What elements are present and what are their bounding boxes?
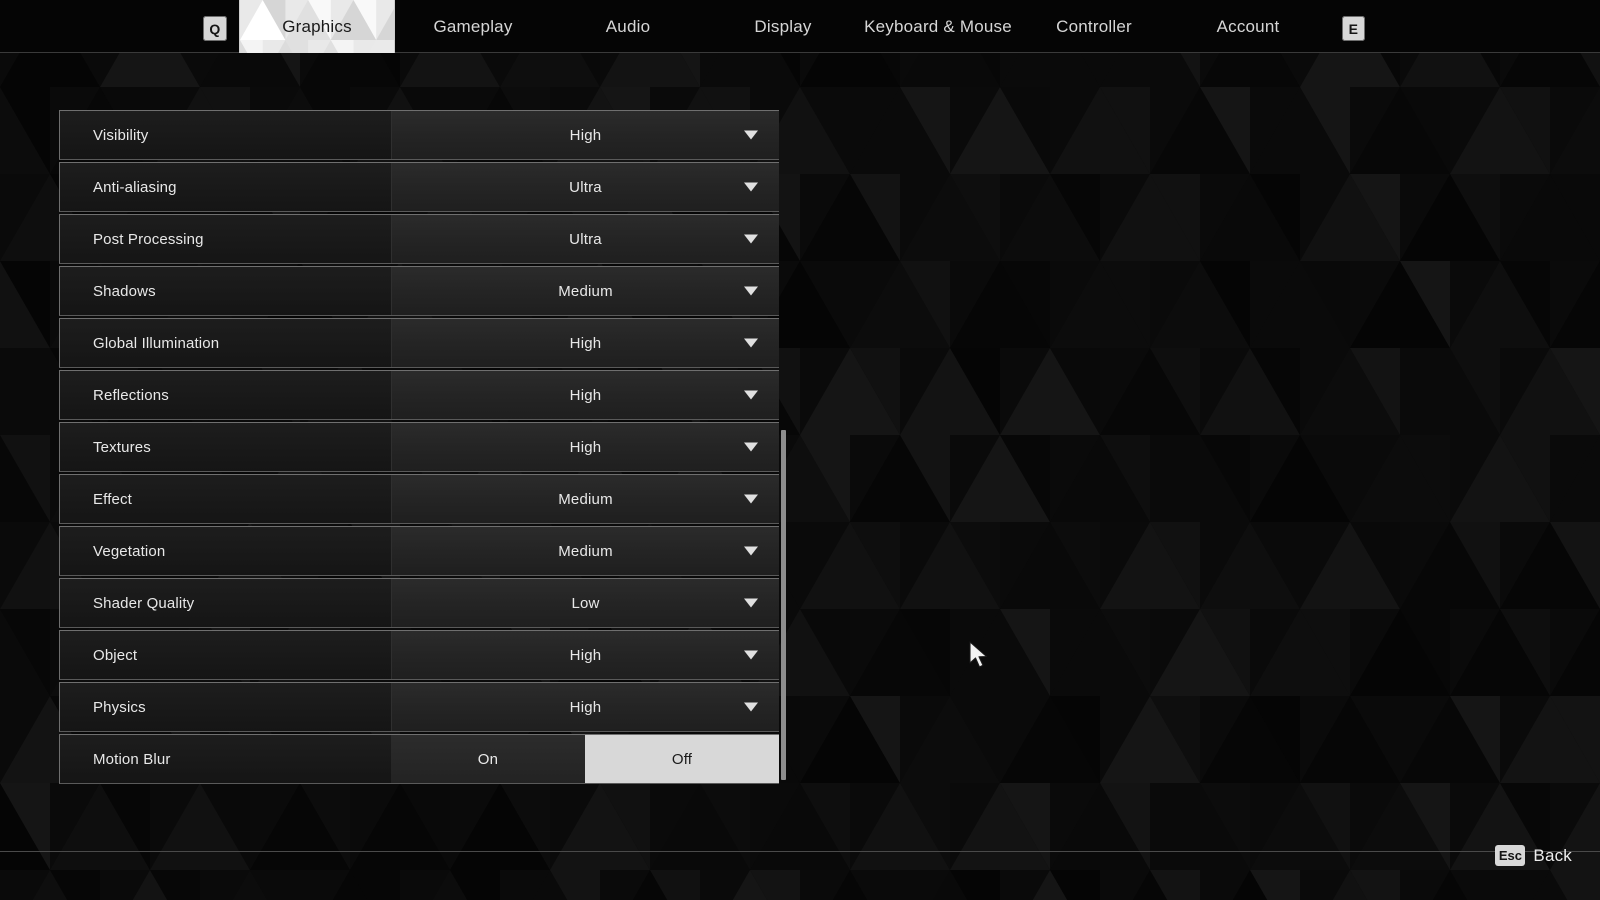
setting-label-vegetation: Vegetation [60,527,391,575]
dropdown-value: Ultra [569,230,602,248]
chevron-down-icon[interactable] [744,598,758,608]
settings-list: Visibility High Anti-aliasing Ultra Post Pro… [59,110,779,786]
game-settings-screen: Q E Graphics Gameplay Audio Display Keyboard… [0,0,1600,900]
setting-label-textures: Textures [60,423,391,471]
setting-dropdown-reflections[interactable]: High [391,371,779,419]
tab-audio[interactable]: Audio [568,0,688,53]
dropdown-value: High [569,438,602,456]
setting-label-visibility: Visibility [60,111,391,159]
dropdown-value: Medium [558,542,613,560]
setting-label-shadows: Shadows [60,267,391,315]
dropdown-value: Low [571,594,600,612]
setting-row-reflections: Reflections High [59,370,779,420]
setting-label-post-processing: Post Processing [60,215,391,263]
setting-toggle-motion-blur: On Off [391,735,779,783]
settings-scrollbar-thumb[interactable] [781,430,786,780]
chevron-down-icon[interactable] [744,442,758,452]
tab-graphics[interactable]: Graphics [239,0,395,53]
dropdown-value: Ultra [569,178,602,196]
setting-label-motion-blur: Motion Blur [60,735,391,783]
setting-label-reflections: Reflections [60,371,391,419]
settings-scrollbar-track[interactable] [781,430,786,780]
setting-dropdown-global-illumination[interactable]: High [391,319,779,367]
setting-dropdown-textures[interactable]: High [391,423,779,471]
setting-row-vegetation: Vegetation Medium [59,526,779,576]
setting-row-post-processing: Post Processing Ultra [59,214,779,264]
dropdown-value: High [569,698,602,716]
setting-dropdown-vegetation[interactable]: Medium [391,527,779,575]
chevron-down-icon[interactable] [744,182,758,192]
setting-row-global-illumination: Global Illumination High [59,318,779,368]
dropdown-value: High [569,646,602,664]
tab-keyboard-mouse[interactable]: Keyboard & Mouse [843,0,1033,53]
chevron-down-icon[interactable] [744,286,758,296]
setting-label-anti-aliasing: Anti-aliasing [60,163,391,211]
setting-row-object: Object High [59,630,779,680]
chevron-down-icon[interactable] [744,650,758,660]
chevron-down-icon[interactable] [744,130,758,140]
tab-label: Display [754,16,812,36]
setting-dropdown-effect[interactable]: Medium [391,475,779,523]
setting-label-effect: Effect [60,475,391,523]
setting-row-textures: Textures High [59,422,779,472]
tab-label: Keyboard & Mouse [864,16,1012,36]
setting-row-effect: Effect Medium [59,474,779,524]
chevron-down-icon[interactable] [744,494,758,504]
toggle-option-on[interactable]: On [391,735,585,783]
chevron-down-icon[interactable] [744,338,758,348]
tab-controller[interactable]: Controller [1019,0,1169,53]
chevron-down-icon[interactable] [744,234,758,244]
setting-label-physics: Physics [60,683,391,731]
setting-dropdown-visibility[interactable]: High [391,111,779,159]
tab-label: Account [1216,16,1280,36]
dropdown-value: Medium [558,282,613,300]
next-tab-key-badge[interactable]: E [1342,16,1365,41]
dropdown-value: High [569,334,602,352]
tab-label: Graphics [282,16,352,36]
toggle-option-off[interactable]: Off [585,735,779,783]
prev-tab-key-badge[interactable]: Q [203,16,227,41]
chevron-down-icon[interactable] [744,702,758,712]
setting-dropdown-post-processing[interactable]: Ultra [391,215,779,263]
setting-label-global-illumination: Global Illumination [60,319,391,367]
setting-label-object: Object [60,631,391,679]
footer-hint[interactable]: Esc Back [1495,845,1572,866]
tab-label: Controller [1056,16,1132,36]
back-button-label: Back [1533,845,1572,865]
setting-row-visibility: Visibility High [59,110,779,160]
tab-gameplay[interactable]: Gameplay [398,0,548,53]
dropdown-value: High [569,386,602,404]
tab-label: Audio [605,16,651,36]
esc-key-badge: Esc [1495,845,1526,866]
setting-row-shadows: Shadows Medium [59,266,779,316]
setting-row-motion-blur: Motion Blur On Off [59,734,779,784]
setting-row-anti-aliasing: Anti-aliasing Ultra [59,162,779,212]
tab-display[interactable]: Display [718,0,848,53]
setting-dropdown-shadows[interactable]: Medium [391,267,779,315]
setting-dropdown-physics[interactable]: High [391,683,779,731]
tab-label: Gameplay [433,16,513,36]
tab-account[interactable]: Account [1173,0,1323,53]
chevron-down-icon[interactable] [744,546,758,556]
settings-tabbar: Q E Graphics Gameplay Audio Display Keyboard… [0,0,1600,53]
setting-dropdown-anti-aliasing[interactable]: Ultra [391,163,779,211]
chevron-down-icon[interactable] [744,390,758,400]
setting-label-shader-quality: Shader Quality [60,579,391,627]
setting-dropdown-object[interactable]: High [391,631,779,679]
dropdown-value: Medium [558,490,613,508]
footer-divider [0,851,1600,852]
setting-row-shader-quality: Shader Quality Low [59,578,779,628]
setting-dropdown-shader-quality[interactable]: Low [391,579,779,627]
setting-row-physics: Physics High [59,682,779,732]
dropdown-value: High [569,126,602,144]
